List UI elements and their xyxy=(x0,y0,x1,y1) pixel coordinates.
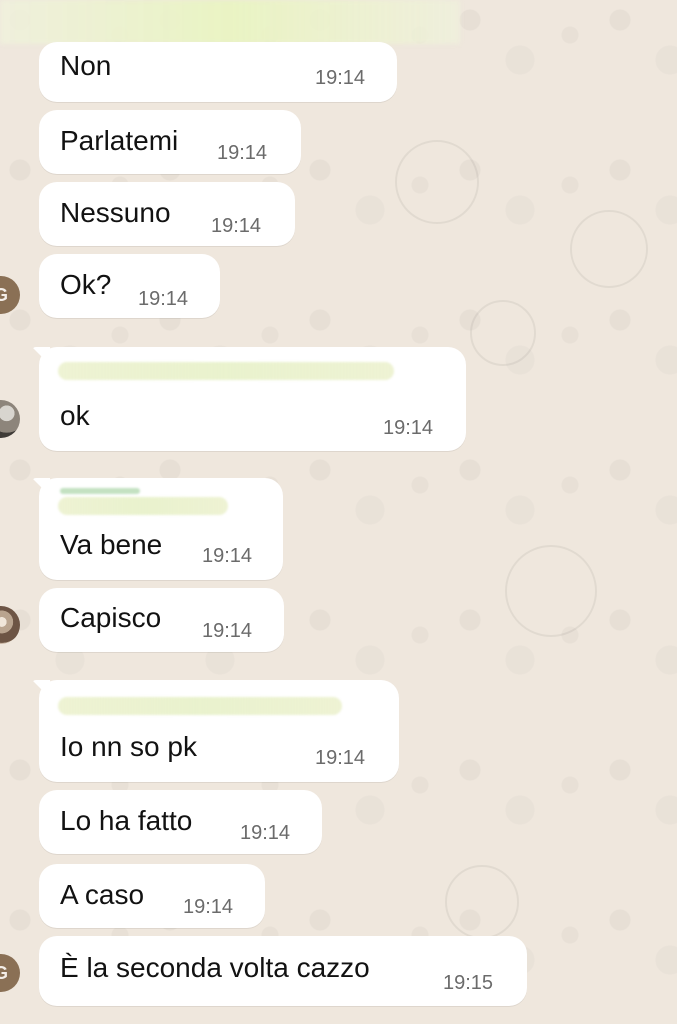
message-text: Ok? xyxy=(60,269,112,300)
message-bubble[interactable]: Non 19:14 xyxy=(39,42,397,102)
participant-avatar[interactable] xyxy=(0,400,20,438)
message-time: 19:15 xyxy=(443,972,494,994)
redacted-sender-name xyxy=(58,697,342,715)
message-text: Lo ha fatto xyxy=(60,805,193,836)
message-time: 19:14 xyxy=(202,620,253,642)
participant-avatar[interactable]: G xyxy=(0,276,20,314)
redacted-sender-name xyxy=(58,362,394,380)
message-text: A caso xyxy=(60,879,145,910)
message-bubble[interactable]: Io nn so pk 19:14 xyxy=(39,680,399,782)
top-redacted-area xyxy=(0,0,460,44)
background-doodle xyxy=(570,210,648,288)
redacted-sender-name xyxy=(60,488,140,494)
message-bubble[interactable]: È la seconda volta cazzo 19:15 xyxy=(39,936,527,1006)
message-time: 19:14 xyxy=(183,896,234,918)
background-doodle xyxy=(395,140,479,224)
participant-avatar[interactable]: G xyxy=(0,954,20,992)
message-bubble[interactable]: Va bene 19:14 xyxy=(39,478,283,580)
message-bubble[interactable]: A caso 19:14 xyxy=(39,864,265,928)
message-bubble[interactable]: Lo ha fatto 19:14 xyxy=(39,790,322,854)
background-doodle xyxy=(470,300,536,366)
message-bubble[interactable]: Parlatemi 19:14 xyxy=(39,110,301,174)
message-text: Io nn so pk xyxy=(60,731,197,762)
message-time: 19:14 xyxy=(315,747,366,769)
message-time: 19:14 xyxy=(383,417,434,439)
message-text: Parlatemi xyxy=(60,125,179,156)
participant-avatar[interactable] xyxy=(0,606,20,644)
message-bubble[interactable]: Capisco 19:14 xyxy=(39,588,284,652)
message-text: Nessuno xyxy=(60,197,171,228)
message-text: Non xyxy=(60,50,112,81)
message-time: 19:14 xyxy=(217,142,268,164)
message-time: 19:14 xyxy=(202,545,253,567)
redacted-sender-name xyxy=(58,497,228,515)
avatar-initial: G xyxy=(0,285,8,305)
message-text: È la seconda volta cazzo xyxy=(60,952,370,983)
background-doodle xyxy=(445,865,519,939)
message-text: ok xyxy=(60,400,90,431)
message-bubble[interactable]: ok 19:14 xyxy=(39,347,466,451)
message-time: 19:14 xyxy=(240,822,291,844)
chat-background: Non 19:14 Parlatemi 19:14 Nessuno 19:14 … xyxy=(0,0,677,1024)
message-time: 19:14 xyxy=(315,67,366,89)
background-doodle xyxy=(505,545,597,637)
message-text: Va bene xyxy=(60,529,163,560)
message-text: Capisco xyxy=(60,602,162,633)
message-bubble[interactable]: Nessuno 19:14 xyxy=(39,182,295,246)
message-time: 19:14 xyxy=(211,215,262,237)
avatar-initial: G xyxy=(0,963,8,983)
message-bubble[interactable]: Ok? 19:14 xyxy=(39,254,220,318)
message-time: 19:14 xyxy=(138,288,189,310)
